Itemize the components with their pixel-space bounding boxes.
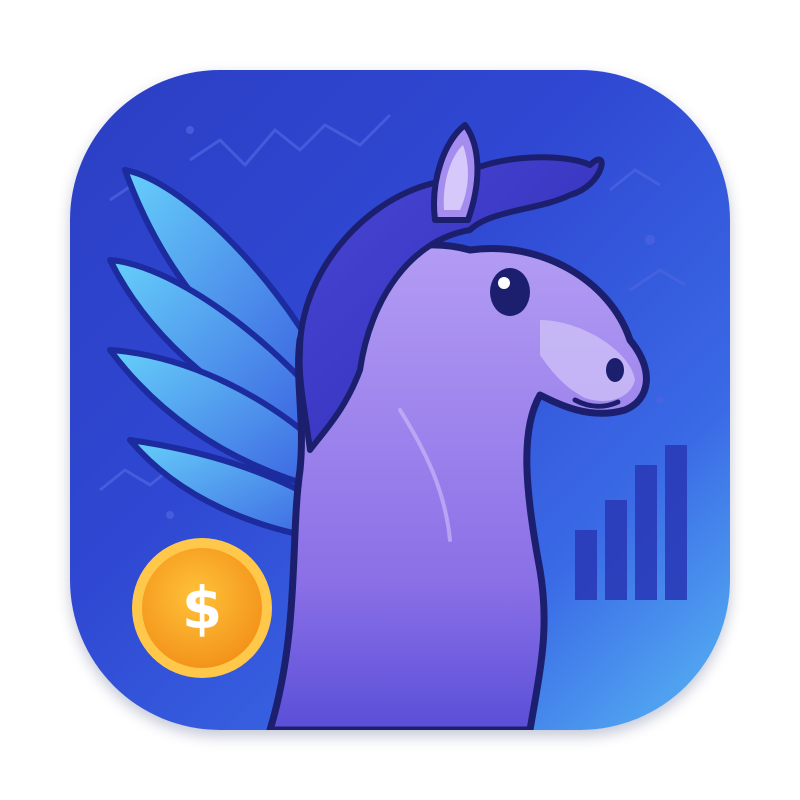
icon-canvas: $ bbox=[0, 0, 800, 800]
bar-chart-icon bbox=[575, 445, 687, 600]
app-icon[interactable]: $ bbox=[70, 70, 730, 730]
coin-icon: $ bbox=[132, 538, 272, 678]
app-icon-artwork: $ bbox=[99, 113, 687, 730]
pegasus-icon bbox=[266, 122, 650, 730]
coin-symbol: $ bbox=[182, 574, 222, 642]
